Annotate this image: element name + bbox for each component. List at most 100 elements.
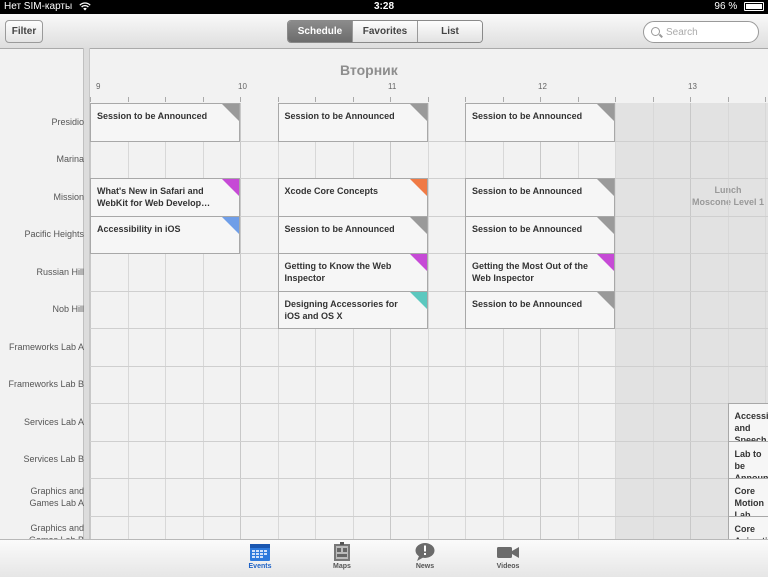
session-card[interactable]: Getting to Know the Web Inspector <box>278 253 428 292</box>
tab-news[interactable]: News <box>403 542 447 570</box>
room-label: Graphics and Games Lab A <box>0 478 84 516</box>
room-label: Pacific Heights <box>0 216 84 254</box>
session-title: Session to be Announced <box>285 110 421 122</box>
session-card[interactable]: Core Motion Lab <box>728 478 768 517</box>
tab-label: Maps <box>320 563 364 570</box>
battery-status: 96 % <box>714 0 764 14</box>
clock: 3:28 <box>0 0 768 14</box>
session-card[interactable]: What's New in Safari and WebKit for Web … <box>90 178 240 217</box>
time-tick <box>90 97 91 102</box>
track-color-tag <box>597 217 614 234</box>
session-card[interactable]: Session to be Announced <box>278 103 428 142</box>
time-tick <box>540 97 541 102</box>
time-tick <box>240 97 241 102</box>
session-title: Core Animation and Quartz <box>735 523 768 540</box>
battery-icon <box>744 2 764 11</box>
lunch-location: Moscone Level 1 <box>684 196 768 208</box>
session-card[interactable]: Lab to be Announced <box>728 441 768 480</box>
row-divider <box>90 478 768 479</box>
room-label: Presidio <box>0 103 84 141</box>
session-title: Session to be Announced <box>472 223 608 235</box>
session-title: Core Motion Lab <box>735 485 768 517</box>
time-tick <box>428 97 429 102</box>
grid-line <box>428 103 429 539</box>
hour-label: 12 <box>538 82 547 91</box>
session-title: Lab to be Announced <box>735 448 768 480</box>
track-color-tag <box>410 217 427 234</box>
session-title: What's New in Safari and WebKit for Web … <box>97 185 233 209</box>
tab-maps[interactable]: Maps <box>320 542 364 570</box>
track-color-tag <box>597 292 614 309</box>
session-card[interactable]: Accessibility in iOS <box>90 216 240 255</box>
session-card[interactable]: Session to be Announced <box>465 103 615 142</box>
session-title: Session to be Announced <box>472 298 608 310</box>
tab-events[interactable]: Events <box>238 542 282 570</box>
track-color-tag <box>222 104 239 121</box>
segment-schedule[interactable]: Schedule <box>288 21 352 42</box>
track-color-tag <box>410 292 427 309</box>
video-camera-icon <box>496 542 520 562</box>
grid-line <box>240 103 241 539</box>
time-tick <box>203 97 204 102</box>
session-title: Session to be Announced <box>285 223 421 235</box>
session-card[interactable]: Session to be Announced <box>90 103 240 142</box>
session-card[interactable]: Session to be Announced <box>465 291 615 330</box>
track-color-tag <box>410 254 427 271</box>
time-tick <box>728 97 729 102</box>
row-divider <box>90 403 768 404</box>
day-title: Вторник <box>340 62 398 78</box>
search-box[interactable] <box>643 21 759 43</box>
session-card[interactable]: Accessibility and Speech <box>728 403 768 442</box>
session-title: Getting to Know the Web Inspector <box>285 260 421 284</box>
time-tick <box>315 97 316 102</box>
time-tick <box>578 97 579 102</box>
row-divider <box>90 516 768 517</box>
rooms-divider <box>83 48 90 539</box>
session-card[interactable]: Session to be Announced <box>278 216 428 255</box>
session-card[interactable]: Session to be Announced <box>465 216 615 255</box>
hour-label: 11 <box>388 82 396 91</box>
time-tick <box>390 97 391 102</box>
row-divider <box>90 366 768 367</box>
session-title: Getting the Most Out of the Web Inspecto… <box>472 260 608 284</box>
grid-line <box>653 103 654 539</box>
session-title: Session to be Announced <box>472 110 608 122</box>
segment-favorites[interactable]: Favorites <box>352 21 417 42</box>
room-label: Marina <box>0 141 84 179</box>
session-card[interactable]: Xcode Core Concepts <box>278 178 428 217</box>
session-card[interactable]: Getting the Most Out of the Web Inspecto… <box>465 253 615 292</box>
tab-videos[interactable]: Videos <box>486 542 530 570</box>
status-bar: Нет SIM-карты 3:28 96 % <box>0 0 768 14</box>
map-icon <box>331 542 353 562</box>
search-input[interactable] <box>666 22 752 42</box>
session-title: Xcode Core Concepts <box>285 185 421 197</box>
news-icon <box>414 542 436 562</box>
session-card[interactable]: Designing Accessories for iOS and OS X <box>278 291 428 330</box>
schedule-grid[interactable]: Вторник Lunch Moscone Level 1 910111213P… <box>0 48 768 539</box>
session-title: Designing Accessories for iOS and OS X <box>285 298 421 322</box>
room-label: Russian Hill <box>0 253 84 291</box>
session-title: Accessibility and Speech <box>735 410 768 442</box>
time-tick <box>465 97 466 102</box>
grid-line <box>128 103 129 539</box>
segment-list[interactable]: List <box>417 21 482 42</box>
grid-line <box>615 103 616 539</box>
view-segmented-control: Schedule Favorites List <box>287 20 483 43</box>
time-tick <box>615 97 616 102</box>
grid-line <box>165 103 166 539</box>
row-divider <box>90 291 768 292</box>
track-color-tag <box>222 179 239 196</box>
track-color-tag <box>597 179 614 196</box>
room-label: Services Lab B <box>0 441 84 479</box>
time-tick <box>165 97 166 102</box>
time-tick <box>278 97 279 102</box>
filter-button[interactable]: Filter <box>5 20 43 43</box>
room-label: Services Lab A <box>0 403 84 441</box>
session-card[interactable]: Core Animation and Quartz <box>728 516 768 540</box>
search-icon <box>651 27 660 36</box>
session-card[interactable]: Session to be Announced <box>465 178 615 217</box>
lunch-label: Lunch Moscone Level 1 <box>684 184 768 208</box>
room-label: Frameworks Lab B <box>0 366 84 404</box>
session-title: Session to be Announced <box>472 185 608 197</box>
room-label: Frameworks Lab A <box>0 328 84 366</box>
